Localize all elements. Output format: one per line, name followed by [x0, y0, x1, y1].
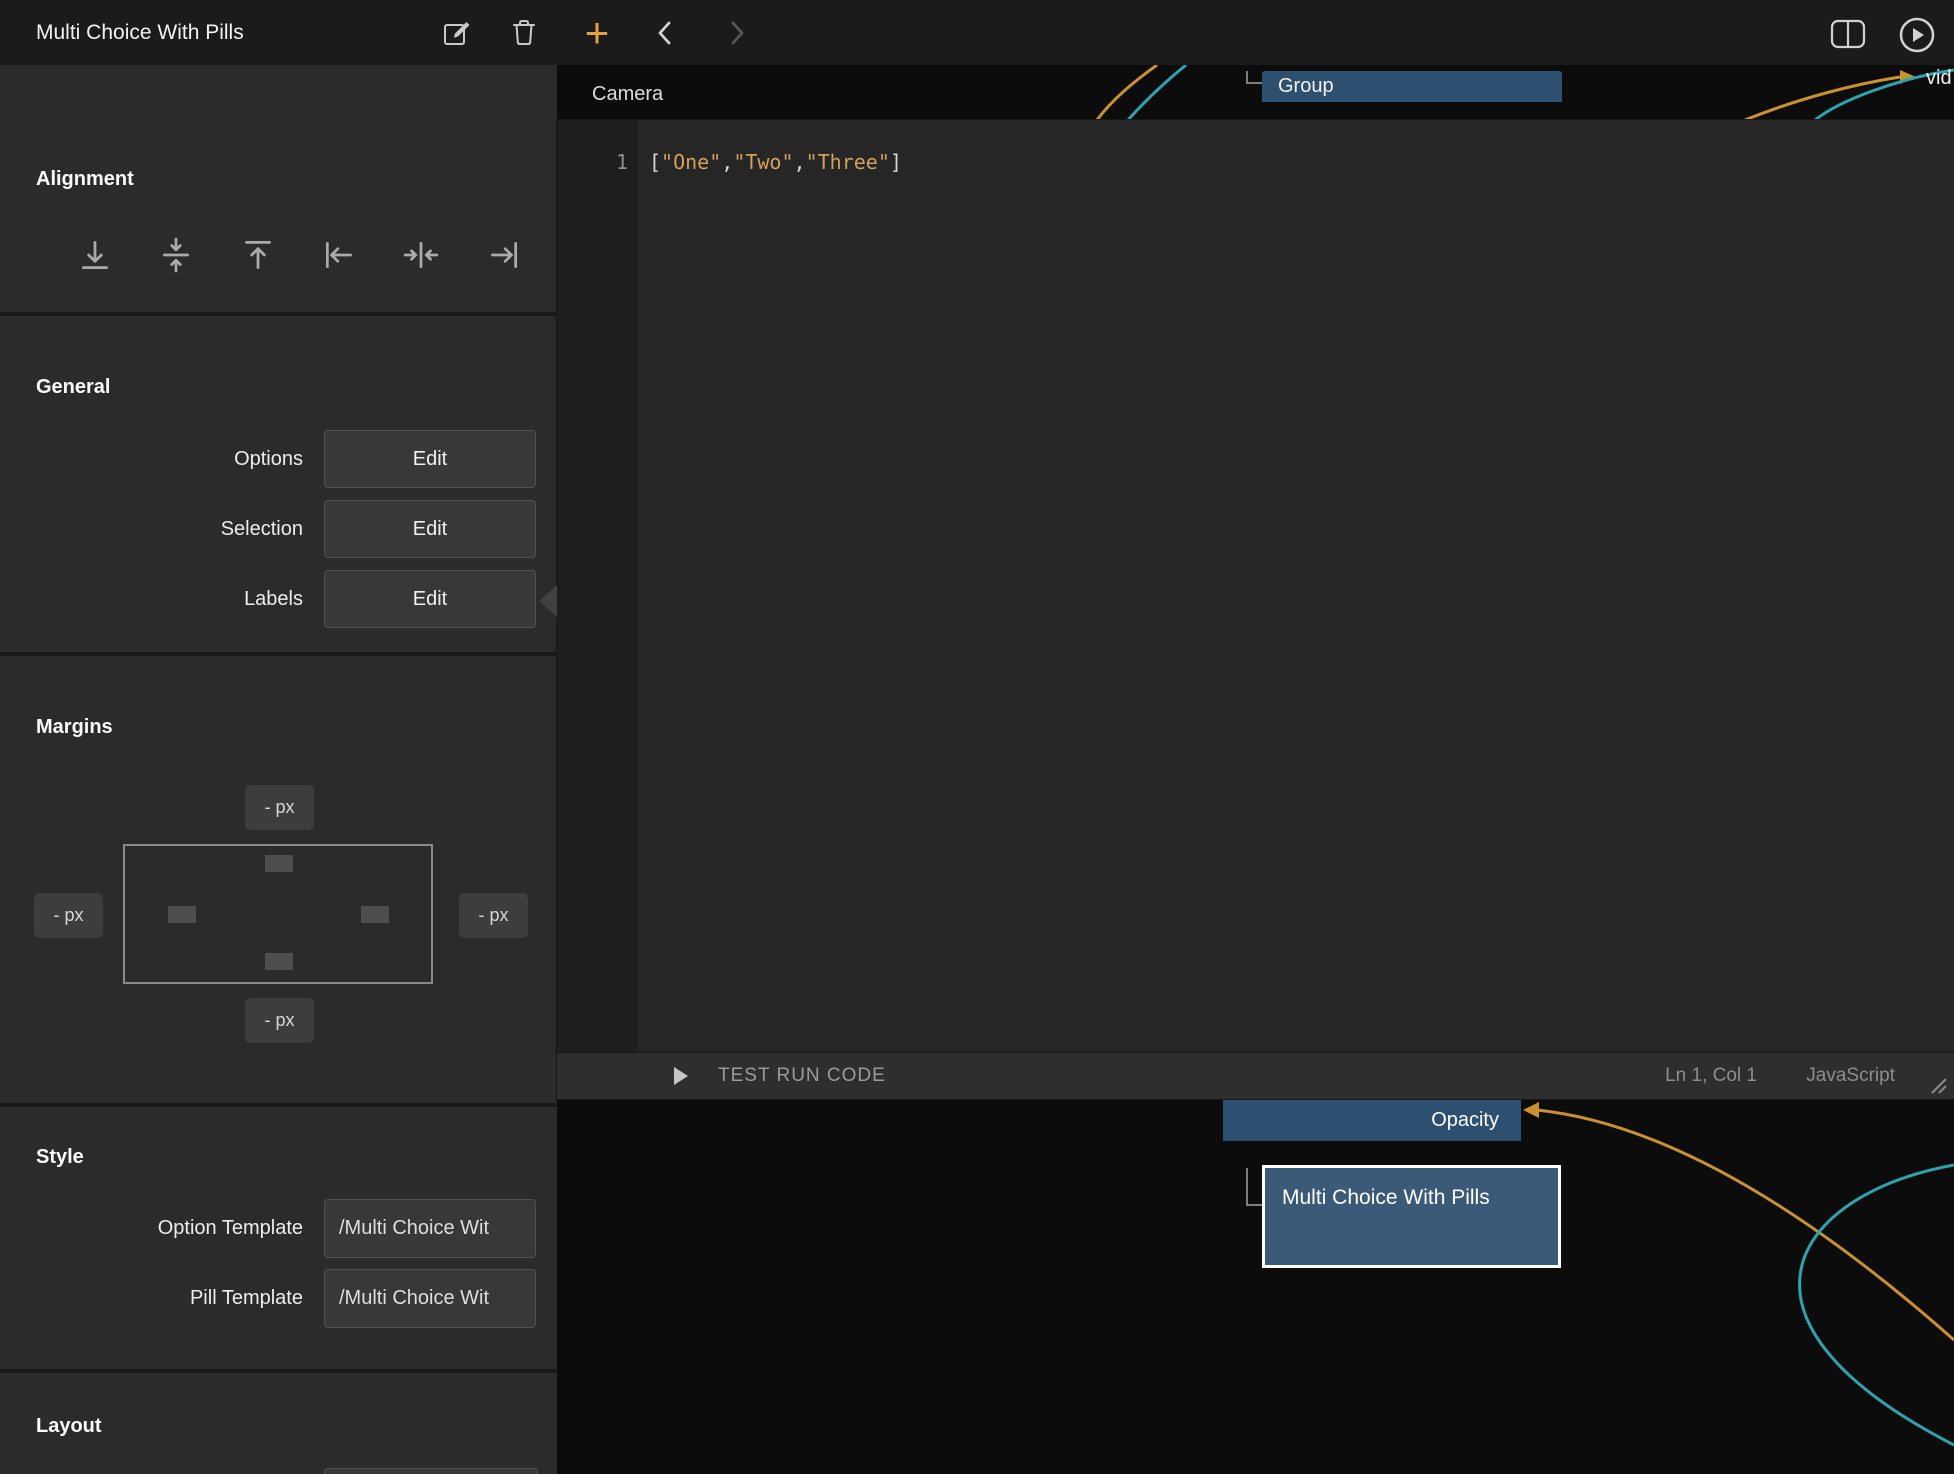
labels-label: Labels: [0, 570, 303, 628]
node-camera[interactable]: Camera: [592, 83, 663, 106]
code-editor[interactable]: ["One","Two","Three"]: [649, 146, 902, 178]
align-top-icon: [239, 236, 277, 274]
node-opacity-label: Opacity: [1431, 1109, 1499, 1131]
margin-top-input[interactable]: - px: [245, 785, 314, 830]
layout-heading: Layout: [36, 1415, 102, 1438]
node-multi-choice-selected[interactable]: Multi Choice With Pills: [1262, 1165, 1561, 1268]
group-bracket: [1247, 71, 1262, 83]
margin-right-input[interactable]: - px: [459, 893, 528, 938]
align-horizontal-center-button[interactable]: [399, 233, 443, 277]
play-triangle-icon: [674, 1067, 688, 1085]
option-template-label: Option Template: [0, 1199, 303, 1258]
align-bottom-button[interactable]: [73, 233, 117, 277]
app-root: Multi Choice With Pills +: [0, 0, 1954, 1474]
chevron-left-icon: [653, 19, 679, 47]
popover-arrow: [539, 585, 557, 617]
node-opacity[interactable]: Opacity: [1223, 1099, 1521, 1141]
align-vertical-center-button[interactable]: [154, 233, 198, 277]
split-view-icon: [1830, 19, 1866, 49]
node-group[interactable]: Group: [1262, 71, 1562, 102]
code-token: "One": [661, 150, 721, 174]
pill-template-value[interactable]: /Multi Choice Wit: [324, 1269, 536, 1328]
node-vid[interactable]: vid: [1926, 67, 1952, 90]
options-edit-button[interactable]: Edit: [324, 430, 536, 488]
options-label: Options: [0, 430, 303, 488]
margin-left-handle[interactable]: [168, 906, 196, 923]
section-divider: [0, 652, 557, 656]
language-mode[interactable]: JavaScript: [1806, 1053, 1895, 1099]
run-prototype-button[interactable]: [1897, 15, 1937, 55]
delete-button[interactable]: [507, 17, 541, 49]
margin-left-input[interactable]: - px: [34, 893, 103, 938]
general-heading: General: [36, 376, 110, 399]
trash-icon: [510, 17, 538, 47]
align-left-icon: [321, 236, 359, 274]
add-patch-button[interactable]: +: [571, 0, 623, 65]
layout-partial-control[interactable]: [324, 1468, 538, 1474]
align-horizontal-center-icon: [402, 236, 440, 274]
node-group-label: Group: [1278, 75, 1334, 97]
code-token: ]: [890, 150, 902, 174]
align-top-button[interactable]: [236, 233, 280, 277]
margin-bottom-handle[interactable]: [265, 953, 293, 970]
selection-label: Selection: [0, 500, 303, 558]
forward-button[interactable]: [722, 19, 750, 47]
section-divider: [0, 1369, 557, 1373]
align-right-icon: [484, 236, 522, 274]
labels-edit-button[interactable]: Edit: [324, 570, 536, 628]
resize-grip-icon[interactable]: [1928, 1075, 1948, 1095]
code-token: ,: [721, 150, 733, 174]
editor-gutter: 1: [557, 120, 638, 1053]
selection-edit-button[interactable]: Edit: [324, 500, 536, 558]
code-editor-popover: 1 ["One","Two","Three"] TEST RUN CODE Ln…: [557, 120, 1954, 1099]
section-divider: [0, 312, 557, 316]
cursor-position[interactable]: Ln 1, Col 1: [1665, 1053, 1757, 1099]
node-multi-choice-label: Multi Choice With Pills: [1282, 1183, 1494, 1212]
alignment-heading: Alignment: [36, 168, 134, 191]
code-token: "Two": [733, 150, 793, 174]
inspector-panel: Alignment: [0, 65, 557, 1474]
style-heading: Style: [36, 1146, 84, 1169]
code-token: ,: [794, 150, 806, 174]
rename-button[interactable]: [440, 17, 474, 49]
editor-status-bar: TEST RUN CODE Ln 1, Col 1 JavaScript: [557, 1052, 1954, 1099]
margin-top-handle[interactable]: [265, 855, 293, 872]
section-divider: [0, 1103, 557, 1107]
top-bar: Multi Choice With Pills +: [0, 0, 1954, 65]
back-button[interactable]: [652, 19, 680, 47]
test-run-code-label: TEST RUN CODE: [718, 1053, 886, 1099]
margins-diagram: [123, 844, 433, 984]
align-vertical-center-icon: [157, 236, 195, 274]
margin-bottom-input[interactable]: - px: [245, 998, 314, 1043]
chevron-right-icon: [723, 19, 749, 47]
pencil-edit-icon: [442, 17, 472, 47]
inspector-header: Multi Choice With Pills: [0, 0, 558, 65]
pill-template-label: Pill Template: [0, 1269, 303, 1328]
align-left-button[interactable]: [318, 233, 362, 277]
align-bottom-icon: [76, 236, 114, 274]
graph-toolbar: +: [557, 0, 1954, 65]
test-run-code-button[interactable]: TEST RUN CODE: [674, 1053, 934, 1099]
wire-arrowhead: [1523, 1102, 1539, 1118]
line-number: 1: [616, 146, 628, 178]
play-circle-icon: [1897, 15, 1937, 55]
margins-heading: Margins: [36, 716, 113, 739]
code-token: "Three": [806, 150, 890, 174]
split-view-button[interactable]: [1830, 19, 1866, 49]
align-right-button[interactable]: [481, 233, 525, 277]
inspector-title: Multi Choice With Pills: [36, 0, 244, 65]
margin-right-handle[interactable]: [361, 906, 389, 923]
code-token: [: [649, 150, 661, 174]
group-bracket: [1247, 1168, 1262, 1205]
option-template-value[interactable]: /Multi Choice Wit: [324, 1199, 536, 1258]
